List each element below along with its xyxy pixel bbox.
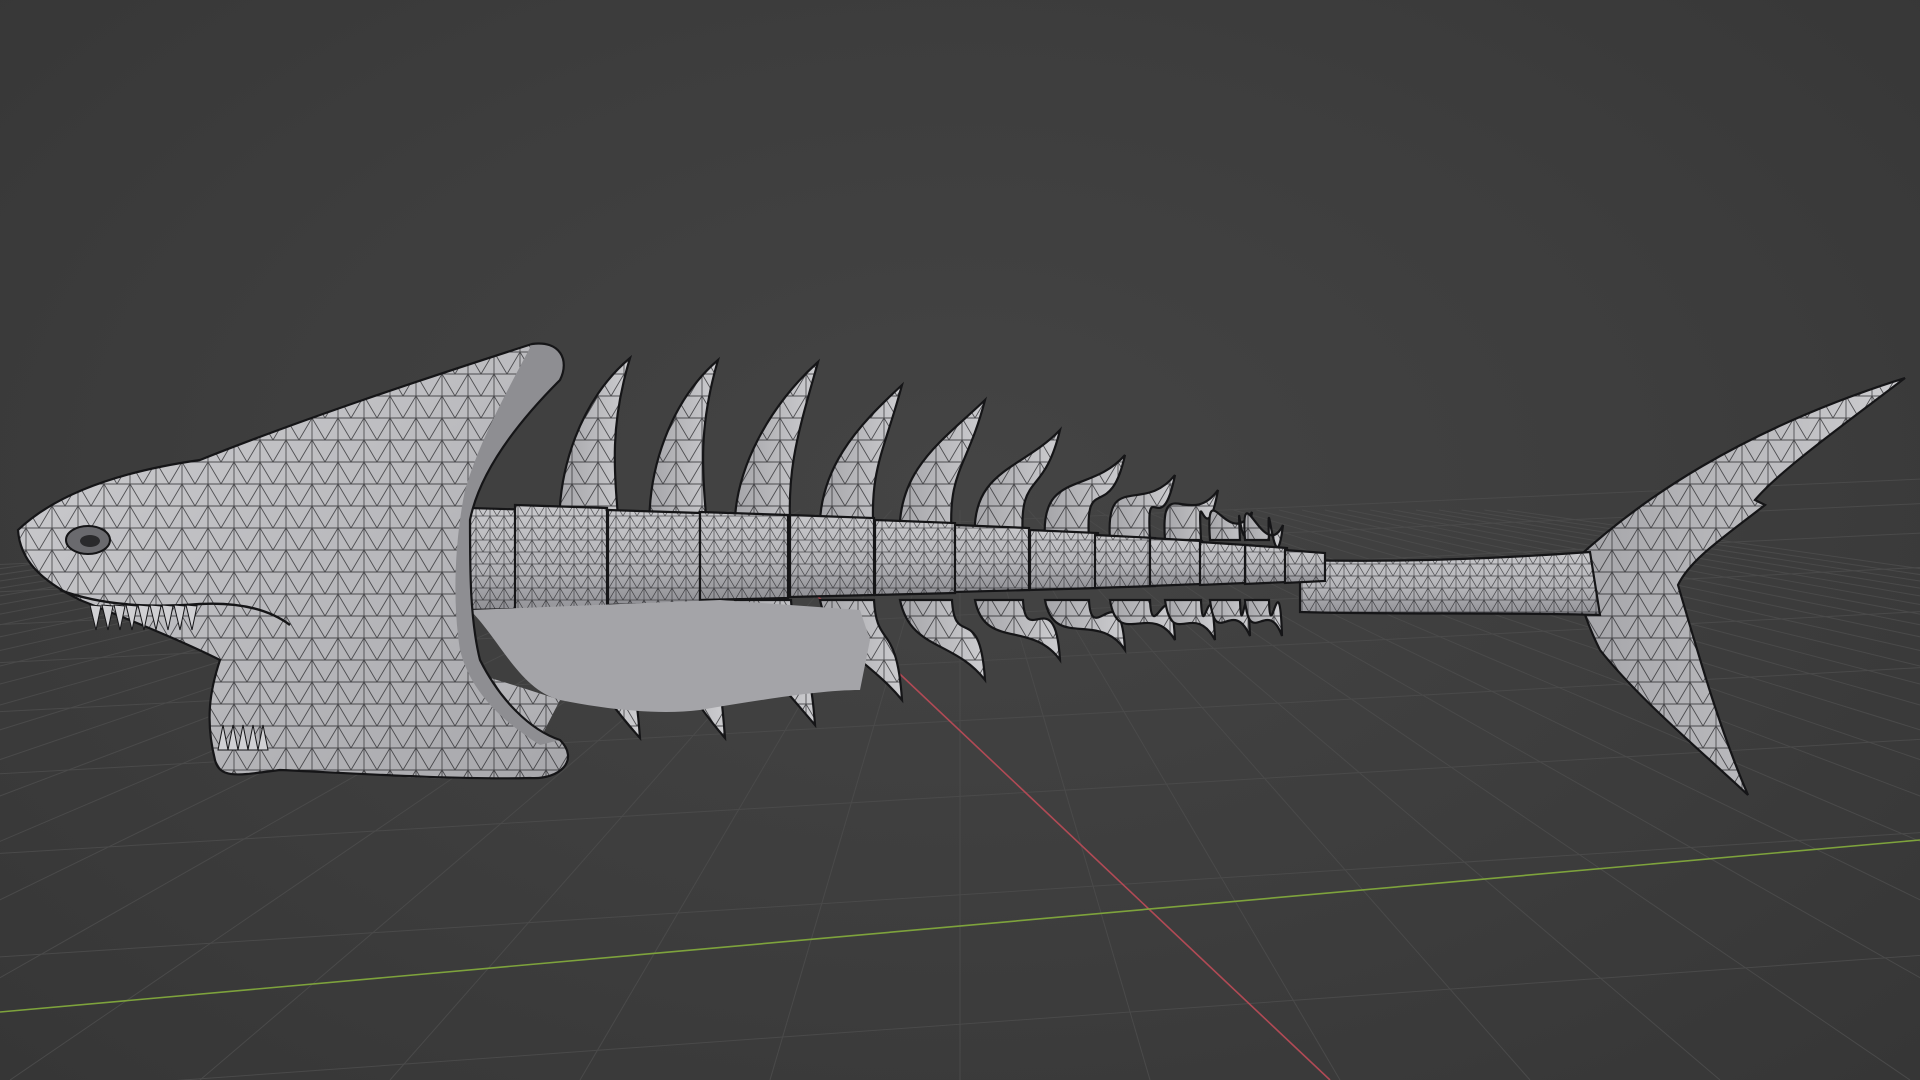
vertebra[interactable]	[606, 508, 702, 607]
tail-fin[interactable]	[1573, 376, 1906, 796]
tail-stalk[interactable]	[1298, 550, 1602, 617]
lower-rib-fin[interactable]	[898, 598, 987, 684]
skeleton-shark-mesh[interactable]	[16, 342, 1906, 796]
lower-rib-fin[interactable]	[1208, 598, 1252, 637]
vertebra[interactable]	[1028, 528, 1100, 592]
grid-line	[982, 509, 1151, 1080]
vertebra[interactable]	[1283, 548, 1327, 585]
vertebra[interactable]	[513, 503, 609, 617]
vertebra[interactable]	[1198, 540, 1248, 587]
vertebra[interactable]	[1243, 543, 1289, 586]
vertebra[interactable]	[873, 518, 957, 597]
vertebra[interactable]	[953, 523, 1031, 594]
tooth	[101, 604, 114, 631]
viewport-canvas[interactable]	[0, 0, 1920, 1080]
upper-rib-fin[interactable]	[898, 396, 988, 542]
3d-viewport[interactable]	[0, 0, 1920, 1080]
vertebra[interactable]	[698, 510, 790, 602]
vertebra[interactable]	[788, 513, 876, 599]
vertebra[interactable]	[1093, 533, 1157, 590]
vertebra[interactable]	[1148, 536, 1204, 588]
grid-line	[1005, 509, 1341, 1080]
